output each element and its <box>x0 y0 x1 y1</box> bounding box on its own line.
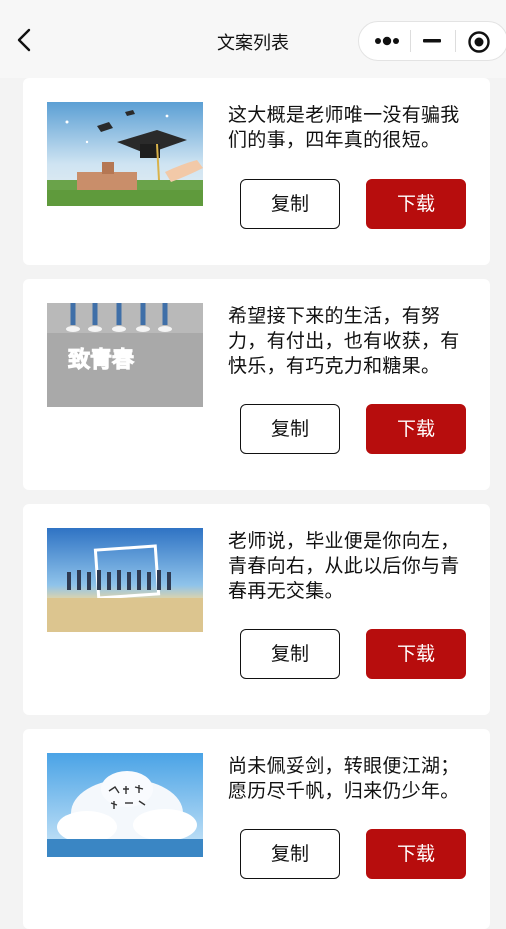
list-item: 这大概是老师唯一没有骗我们的事，四年真的很短。 复制 下载 <box>23 78 490 265</box>
download-button[interactable]: 下载 <box>366 629 466 679</box>
more-dots-icon[interactable] <box>373 31 401 51</box>
caption-text: 老师说，毕业便是你向左，青春向右，从此以后你与青春再无交集。 <box>228 530 460 602</box>
navigation-bar: 文案列表 <box>0 0 506 78</box>
clouds-image <box>47 753 203 857</box>
list-item: 尚未佩妥剑，转眼便江湖；愿历尽千帆，归来仍少年。 复制 下载 <box>23 729 490 929</box>
poster-title: 致青春 <box>68 347 134 373</box>
copy-button[interactable]: 复制 <box>240 629 340 679</box>
capsule-divider <box>410 30 411 52</box>
close-target-icon[interactable] <box>467 30 491 54</box>
beach-group-image <box>47 528 203 632</box>
list-item: 老师说，毕业便是你向左，青春向右，从此以后你与青春再无交集。 复制 下载 <box>23 504 490 715</box>
caption-text: 希望接下来的生活，有努力，有付出，也有收获，有快乐，有巧克力和糖果。 <box>228 305 460 377</box>
mini-program-capsule <box>358 21 506 61</box>
download-button[interactable]: 下载 <box>366 404 466 454</box>
copy-button[interactable]: 复制 <box>240 179 340 229</box>
graduation-image <box>47 102 203 206</box>
list-item: 致青春 希望接下来的生活，有努力，有付出，也有收获，有快乐，有巧克力和糖果。 复… <box>23 279 490 490</box>
download-button[interactable]: 下载 <box>366 179 466 229</box>
minimize-icon[interactable] <box>421 31 443 51</box>
caption-text: 这大概是老师唯一没有骗我们的事，四年真的很短。 <box>228 104 460 151</box>
download-button[interactable]: 下载 <box>366 829 466 879</box>
capsule-divider <box>455 30 456 52</box>
copy-button[interactable]: 复制 <box>240 404 340 454</box>
caption-text: 尚未佩妥剑，转眼便江湖；愿历尽千帆，归来仍少年。 <box>228 755 460 802</box>
youth-poster-image: 致青春 <box>47 303 203 407</box>
copy-button[interactable]: 复制 <box>240 829 340 879</box>
